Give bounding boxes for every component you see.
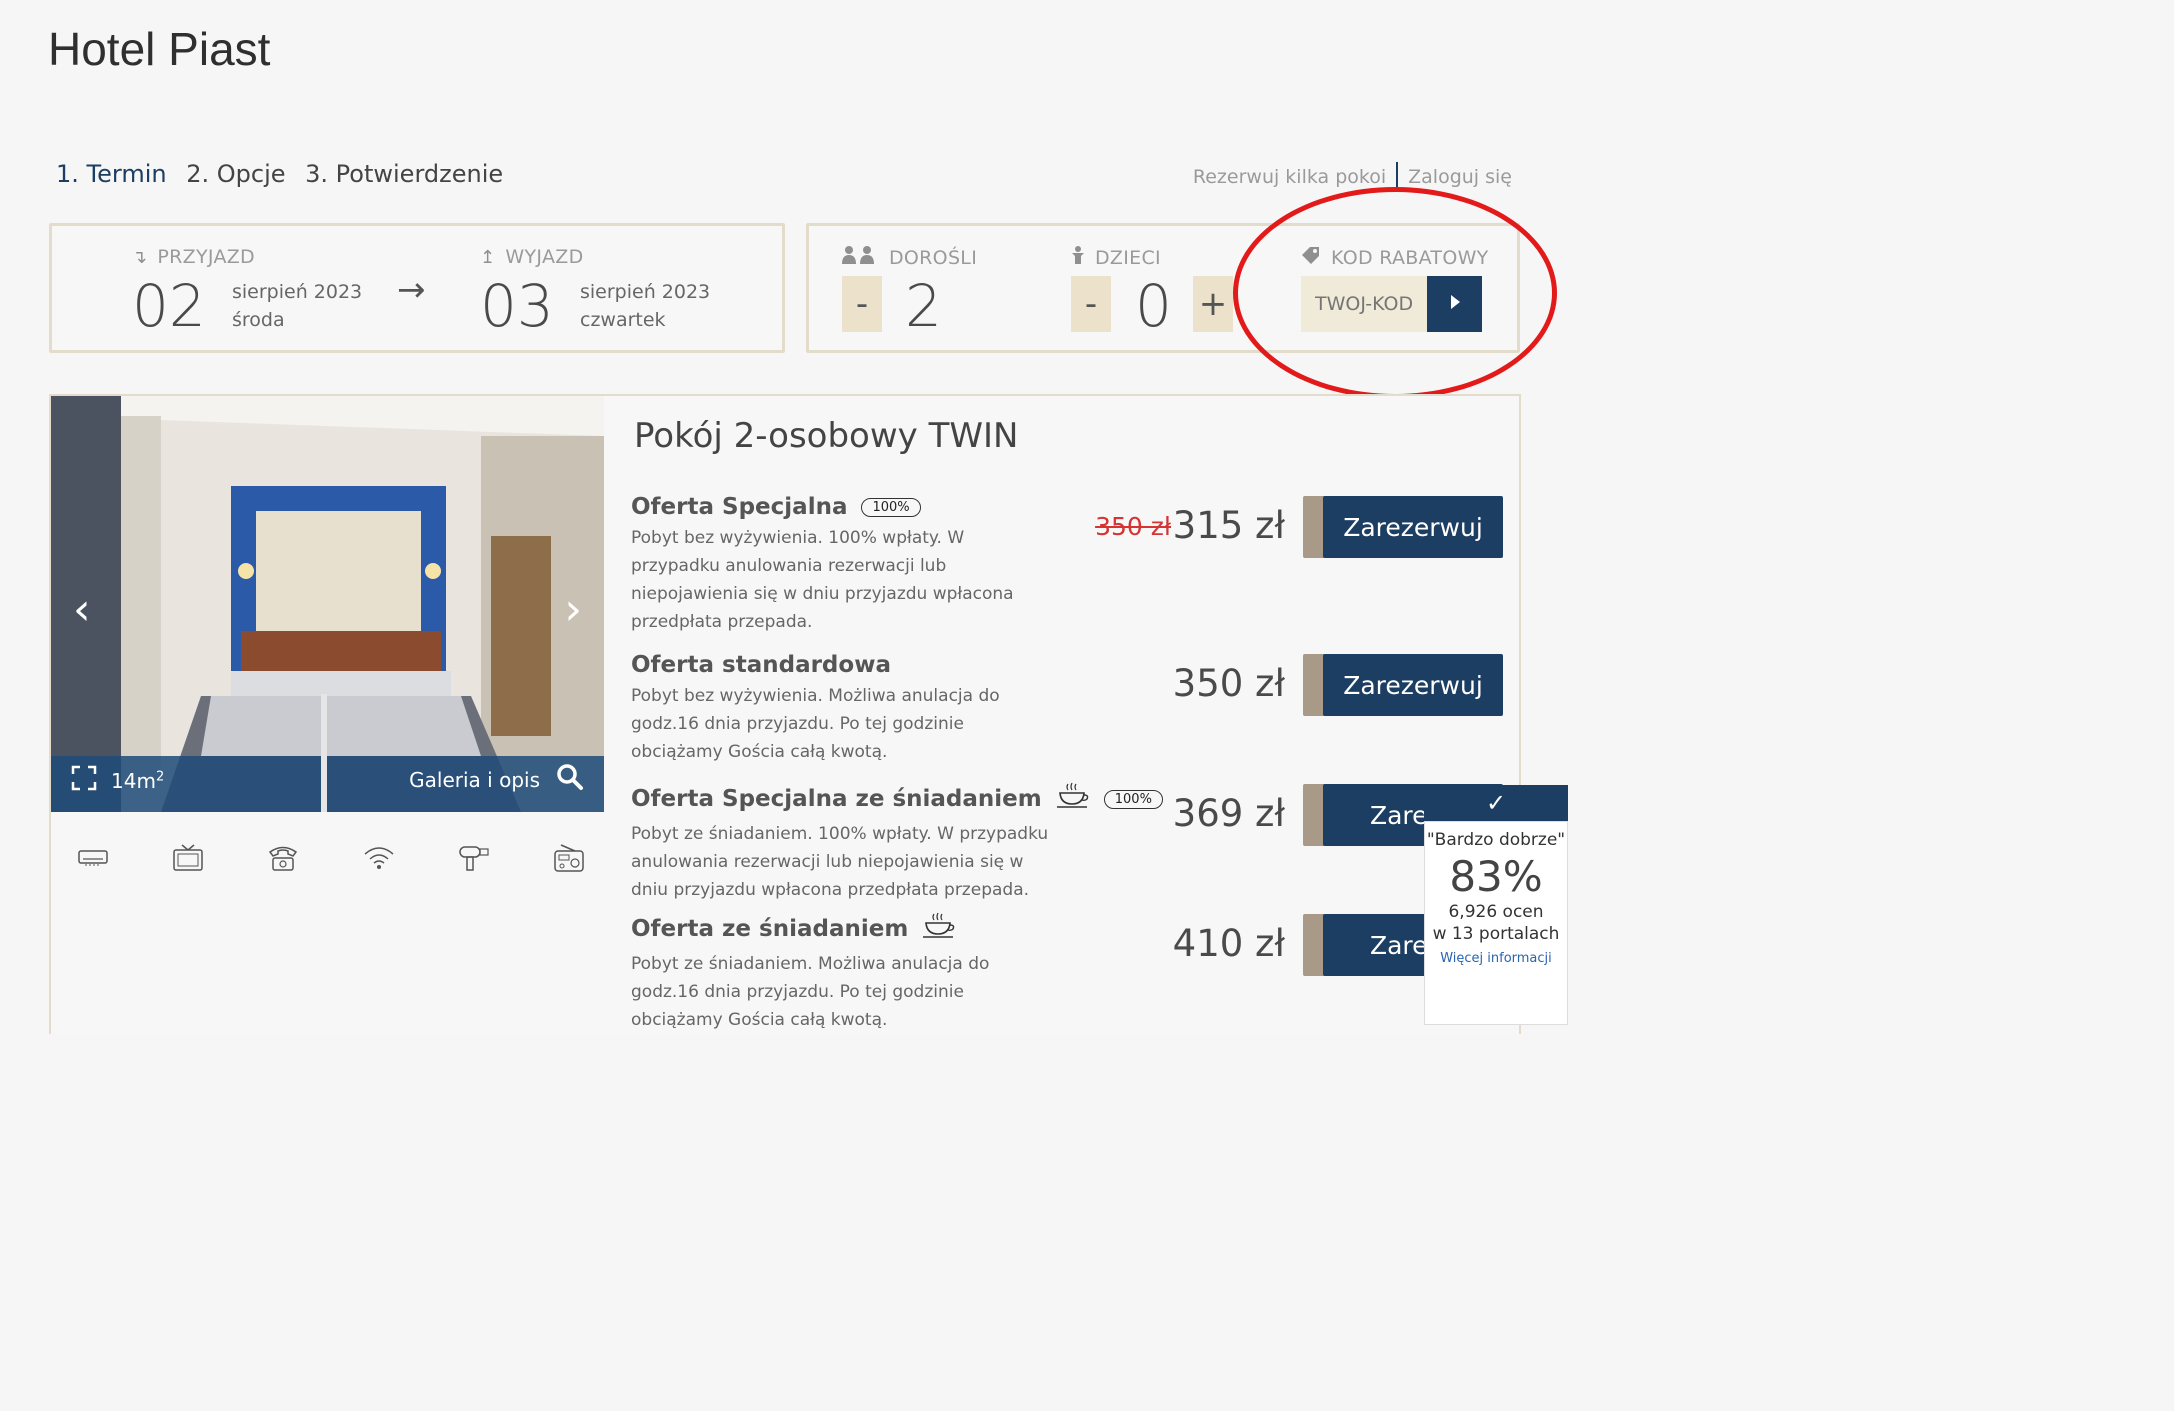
login-link[interactable]: Zaloguj się xyxy=(1408,166,1512,188)
arrival-label: ↴ PRZYJAZD xyxy=(132,246,255,268)
step-termin[interactable]: 1. Termin xyxy=(56,160,167,188)
book-button[interactable]: Zarezerwuj xyxy=(1323,654,1503,716)
prepaid-badge: 100% xyxy=(1103,789,1163,809)
children-plus-button[interactable]: + xyxy=(1193,276,1233,332)
step-potwierdzenie[interactable]: 3. Potwierdzenie xyxy=(305,160,503,188)
offer-row: Oferta Specjalna 100% Pobyt bez wyżywien… xyxy=(631,494,1521,634)
departure-meta[interactable]: sierpień 2023 czwartek xyxy=(580,278,710,334)
multi-room-link[interactable]: Rezerwuj kilka pokoi xyxy=(1193,166,1386,188)
step-opcje[interactable]: 2. Opcje xyxy=(186,160,285,188)
offer-price: 350 zł xyxy=(1172,662,1285,705)
next-photo-icon[interactable]: › xyxy=(564,584,582,635)
offer-description: Pobyt ze śniadaniem. 100% wpłaty. W przy… xyxy=(631,824,1049,900)
guests-box: DOROŚLI - 2 DZIECI - 0 + KOD RABATOWY xyxy=(806,223,1520,353)
adults-minus-button[interactable]: - xyxy=(842,276,882,332)
dates-box: ↴ PRZYJAZD 02 sierpień 2023 środa → ↥ WY… xyxy=(49,223,785,353)
adults-label: DOROŚLI xyxy=(841,246,977,269)
departure-day[interactable]: 03 xyxy=(480,272,554,340)
discount-label: KOD RABATOWY xyxy=(1301,246,1489,269)
departure-label: ↥ WYJAZD xyxy=(480,246,584,268)
rating-more-link[interactable]: Więcej informacji xyxy=(1425,951,1567,966)
departure-weekday: czwartek xyxy=(580,309,666,331)
arrival-day[interactable]: 02 xyxy=(132,272,206,340)
play-arrow-icon xyxy=(1449,294,1461,315)
link-separator xyxy=(1396,162,1399,192)
departure-month: sierpień 2023 xyxy=(580,281,711,303)
date-range-arrow-icon: → xyxy=(397,270,426,310)
rating-reviews: 6,926 ocen xyxy=(1448,902,1544,922)
offer-price: 369 zł xyxy=(1172,792,1285,835)
area-value: 14m2 xyxy=(111,768,165,793)
rating-widget[interactable]: ✓ "Bardzo dobrze" 83% 6,926 ocen w 13 po… xyxy=(1424,785,1568,1025)
discount-code-input[interactable] xyxy=(1301,276,1427,332)
room-card: ‹ › 14m2 Galeria i opis Pokój 2-osobowy … xyxy=(49,394,1521,1034)
children-count: 0 xyxy=(1135,272,1172,340)
arrival-weekday: środa xyxy=(232,309,285,331)
child-icon xyxy=(1071,246,1085,269)
breakfast-cup-icon xyxy=(1056,782,1090,816)
discount-submit-button[interactable] xyxy=(1427,276,1482,332)
amenities-list xyxy=(71,836,591,880)
arrival-month: sierpień 2023 xyxy=(232,281,363,303)
hair-dryer-icon xyxy=(452,836,496,880)
adults-icon xyxy=(841,246,879,269)
prev-photo-icon[interactable]: ‹ xyxy=(73,584,91,635)
hotel-title: Hotel Piast xyxy=(48,23,271,75)
prepaid-badge: 100% xyxy=(861,497,921,517)
room-title: Pokój 2-osobowy TWIN xyxy=(634,416,1019,456)
wifi-icon xyxy=(357,836,401,880)
offer-price: 410 zł xyxy=(1172,922,1285,965)
rating-label: "Bardzo dobrze" xyxy=(1426,830,1566,850)
gallery-link[interactable]: Galeria i opis xyxy=(409,763,584,796)
rating-portals: w 13 portalach xyxy=(1432,924,1560,944)
offer-description: Pobyt ze śniadaniem. Możliwa anulacja do… xyxy=(631,954,990,1030)
offer-row: Oferta ze śniadaniem Pobyt ze śniadaniem… xyxy=(631,912,1521,1032)
air-conditioner-icon xyxy=(71,836,115,880)
offer-description: Pobyt bez wyżywienia. Możliwa anulacja d… xyxy=(631,686,1000,762)
breakfast-cup-icon xyxy=(922,912,956,946)
expand-icon xyxy=(71,765,97,796)
offer-price: 315 zł xyxy=(1172,504,1285,547)
booking-steps: 1. Termin 2. Opcje 3. Potwierdzenie xyxy=(56,160,515,188)
search-icon xyxy=(556,763,584,796)
tv-icon xyxy=(166,836,210,880)
radio-icon xyxy=(547,836,591,880)
phone-icon xyxy=(261,836,305,880)
children-label: DZIECI xyxy=(1071,246,1161,269)
top-links: Rezerwuj kilka pokoi Zaloguj się xyxy=(1193,162,1512,192)
room-area: 14m2 xyxy=(71,765,164,796)
offer-row: Oferta Specjalna ze śniadaniem 100% Poby… xyxy=(631,782,1521,902)
children-minus-button[interactable]: - xyxy=(1071,276,1111,332)
room-photo[interactable]: ‹ › 14m2 Galeria i opis xyxy=(51,396,604,812)
room-photo-image xyxy=(51,396,604,812)
offer-old-price: 350 zł xyxy=(1095,512,1171,541)
adults-count: 2 xyxy=(905,272,942,340)
departure-arrow-icon: ↥ xyxy=(480,246,496,268)
offer-row: Oferta standardowa Pobyt bez wyżywienia.… xyxy=(631,652,1521,772)
rating-percent: 83% xyxy=(1449,852,1543,901)
rating-header: ✓ xyxy=(1424,785,1568,821)
arrival-arrow-icon: ↴ xyxy=(132,246,148,268)
arrival-meta[interactable]: sierpień 2023 środa xyxy=(232,278,362,334)
check-icon: ✓ xyxy=(1485,789,1507,817)
rating-body: "Bardzo dobrze" 83% 6,926 ocen w 13 port… xyxy=(1424,821,1568,1025)
tag-icon xyxy=(1301,246,1321,269)
offer-description: Pobyt bez wyżywienia. 100% wpłaty. W prz… xyxy=(631,528,1014,632)
book-button[interactable]: Zarezerwuj xyxy=(1323,496,1503,558)
